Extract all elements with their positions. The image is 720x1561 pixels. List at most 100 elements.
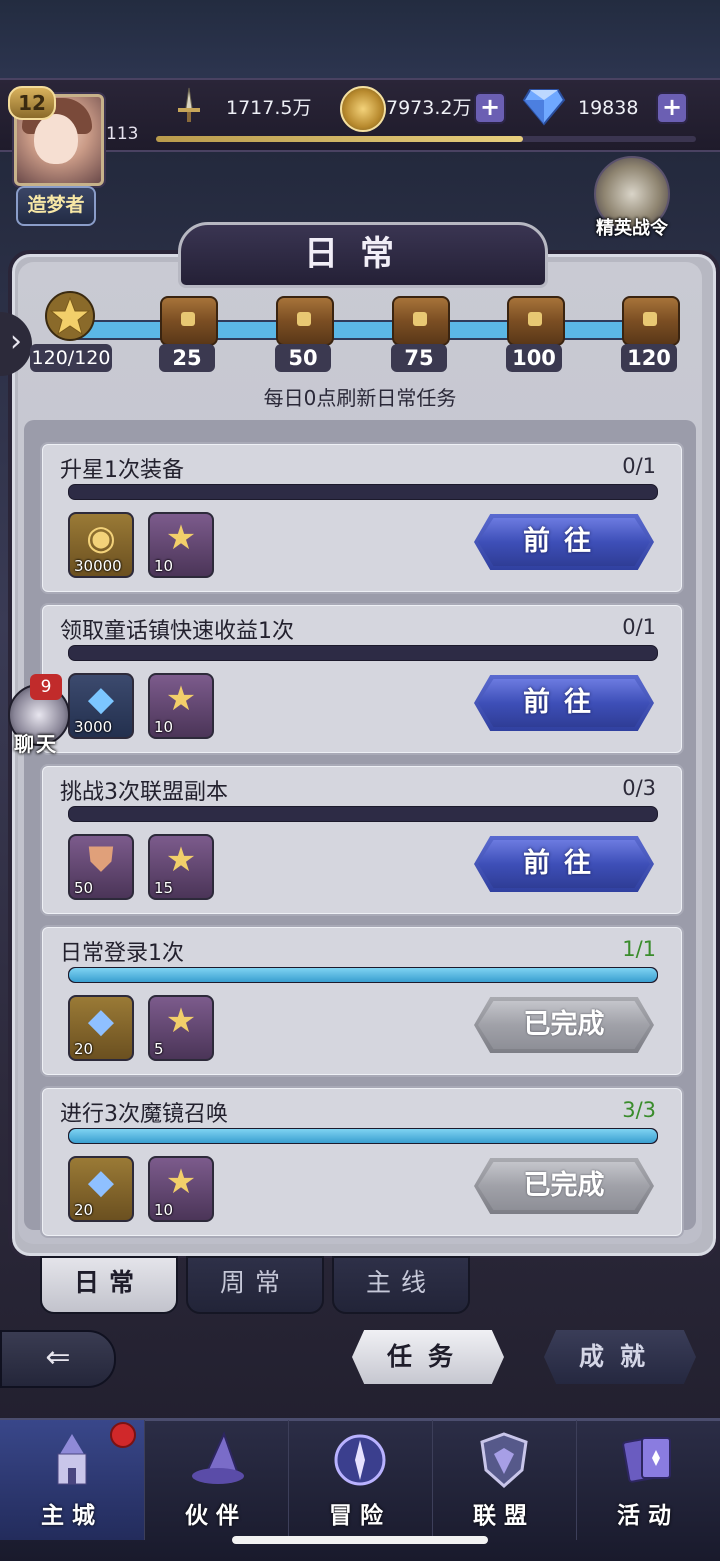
task-row: 进行3次魔镜召唤 3/3 ◆ 20 ★ 10 已完成 [40, 1086, 684, 1238]
cards-icon [622, 1437, 671, 1483]
sword-power-icon [178, 87, 200, 122]
reward-quantity: 3000 [74, 718, 113, 736]
milestone-chest-icon[interactable] [160, 296, 218, 346]
gold-coin-icon: ◉ [86, 518, 116, 558]
add-coins-button[interactable]: + [474, 92, 506, 124]
reward-quantity: 10 [154, 557, 174, 575]
reward-item[interactable]: ◆ 3000 [68, 673, 134, 739]
add-gems-button[interactable]: + [656, 92, 688, 124]
witch-hat-icon [192, 1431, 244, 1484]
task-progress-count: 0/1 [622, 615, 656, 639]
gold-coin-icon [340, 86, 386, 132]
tab-main[interactable]: 主线 [332, 1256, 470, 1314]
task-progress-bar [68, 1128, 658, 1144]
reward-item[interactable]: ⛊ 50 [68, 834, 134, 900]
task-title: 挑战3次联盟副本 [60, 780, 228, 805]
power-value: 1717.5万 [226, 97, 312, 119]
chat-unread-badge: 9 [30, 674, 62, 700]
task-progress-count: 0/1 [622, 454, 656, 478]
reward-quantity: 30000 [74, 557, 122, 575]
reward-item[interactable]: ★ 5 [148, 995, 214, 1061]
go-button[interactable]: 前往 [474, 514, 654, 570]
milestone-chest-label: 50 [275, 344, 331, 372]
task-title: 领取童话镇快速收益1次 [60, 619, 294, 644]
reward-quantity: 5 [154, 1040, 164, 1058]
task-row: 日常登录1次 1/1 ◆ 20 ★ 5 已完成 [40, 925, 684, 1077]
milestone-chest-label: 75 [391, 344, 447, 372]
avatar-face [34, 114, 78, 164]
notification-dot [110, 1422, 136, 1448]
player-title-badge[interactable]: 造梦者 [16, 186, 96, 226]
player-exp-level: 113 [106, 124, 139, 144]
achievements-tab-button[interactable]: 成就 [544, 1330, 696, 1384]
nav-item-partners[interactable]: 伙伴 [144, 1420, 289, 1540]
reward-item[interactable]: ★ 10 [148, 1156, 214, 1222]
reward-item[interactable]: ★ 10 [148, 673, 214, 739]
tasks-tab-button[interactable]: 任务 [352, 1330, 504, 1384]
task-progress-bar [68, 484, 658, 500]
task-progress-fill [69, 968, 657, 982]
task-progress-fill [69, 1129, 657, 1143]
nav-item-events[interactable]: 活动 [576, 1420, 720, 1540]
player-level-badge: 12 [8, 86, 56, 120]
go-button[interactable]: 前往 [474, 675, 654, 731]
milestone-chest-icon[interactable] [392, 296, 450, 346]
nav-label: 活动 [617, 1503, 679, 1529]
task-title: 升星1次装备 [60, 458, 184, 483]
task-row: 升星1次装备 0/1 ◉ 30000 ★ 10 前往 [40, 442, 684, 594]
completed-button[interactable]: 已完成 [474, 1158, 654, 1214]
task-progress-count: 3/3 [622, 1098, 656, 1122]
tab-weekly[interactable]: 周常 [186, 1256, 324, 1314]
diamond-icon: ◆ [87, 1001, 115, 1041]
reward-quantity: 50 [74, 879, 94, 897]
reward-item[interactable]: ★ 15 [148, 834, 214, 900]
milestone-track [60, 320, 664, 340]
coin-value: 7973.2万 [386, 97, 472, 119]
refresh-note: 每日0点刷新日常任务 [263, 386, 457, 410]
completed-button[interactable]: 已完成 [474, 997, 654, 1053]
go-button[interactable]: 前往 [474, 836, 654, 892]
reward-quantity: 10 [154, 1201, 174, 1219]
nav-item-adventure[interactable]: 冒险 [288, 1420, 433, 1540]
task-progress-count: 0/3 [622, 776, 656, 800]
shield-icon [480, 1432, 528, 1489]
home-indicator[interactable] [232, 1536, 488, 1544]
milestone-current-points: 120/120 [30, 344, 112, 372]
tab-daily[interactable]: 日常 [40, 1256, 178, 1314]
milestone-chest-label: 100 [506, 344, 562, 372]
compass-icon [334, 1434, 386, 1486]
nav-label: 冒险 [329, 1503, 391, 1529]
activity-star-icon: ★ [165, 1001, 197, 1041]
nav-label: 伙伴 [185, 1503, 247, 1529]
task-progress-bar [68, 645, 658, 661]
task-row: 领取童话镇快速收益1次 0/1 ◆ 3000 ★ 10 前往 [40, 603, 684, 755]
reward-quantity: 20 [74, 1040, 94, 1058]
task-title: 日常登录1次 [60, 941, 184, 966]
chat-label[interactable]: 聊天 [6, 728, 66, 757]
back-arrow-icon[interactable]: ⇐ [0, 1330, 116, 1388]
milestone-chest-icon[interactable] [507, 296, 565, 346]
task-progress-bar [68, 806, 658, 822]
reward-quantity: 10 [154, 718, 174, 736]
nav-item-alliance[interactable]: 联盟 [432, 1420, 577, 1540]
reward-item[interactable]: ◉ 30000 [68, 512, 134, 578]
milestone-chest-label: 120 [621, 344, 677, 372]
milestone-chest-label: 25 [159, 344, 215, 372]
gem-value: 19838 [578, 97, 639, 119]
exp-bar-fill [156, 136, 524, 142]
reward-quantity: 20 [74, 1201, 94, 1219]
activity-star-icon [45, 291, 95, 341]
elite-pass-label[interactable]: 精英战令 [582, 214, 682, 240]
task-title: 进行3次魔镜召唤 [60, 1102, 228, 1127]
nav-label: 主城 [41, 1503, 103, 1529]
milestone-chest-icon[interactable] [276, 296, 334, 346]
task-row: 挑战3次联盟副本 0/3 ⛊ 50 ★ 15 前往 [40, 764, 684, 916]
milestone-chest-icon[interactable] [622, 296, 680, 346]
reward-item[interactable]: ◆ 20 [68, 1156, 134, 1222]
reward-item[interactable]: ◆ 20 [68, 995, 134, 1061]
castle-icon [57, 1434, 87, 1485]
diamond-icon [522, 89, 566, 126]
blue-crystal-icon: ◆ [87, 679, 115, 719]
reward-item[interactable]: ★ 10 [148, 512, 214, 578]
task-progress-bar [68, 967, 658, 983]
